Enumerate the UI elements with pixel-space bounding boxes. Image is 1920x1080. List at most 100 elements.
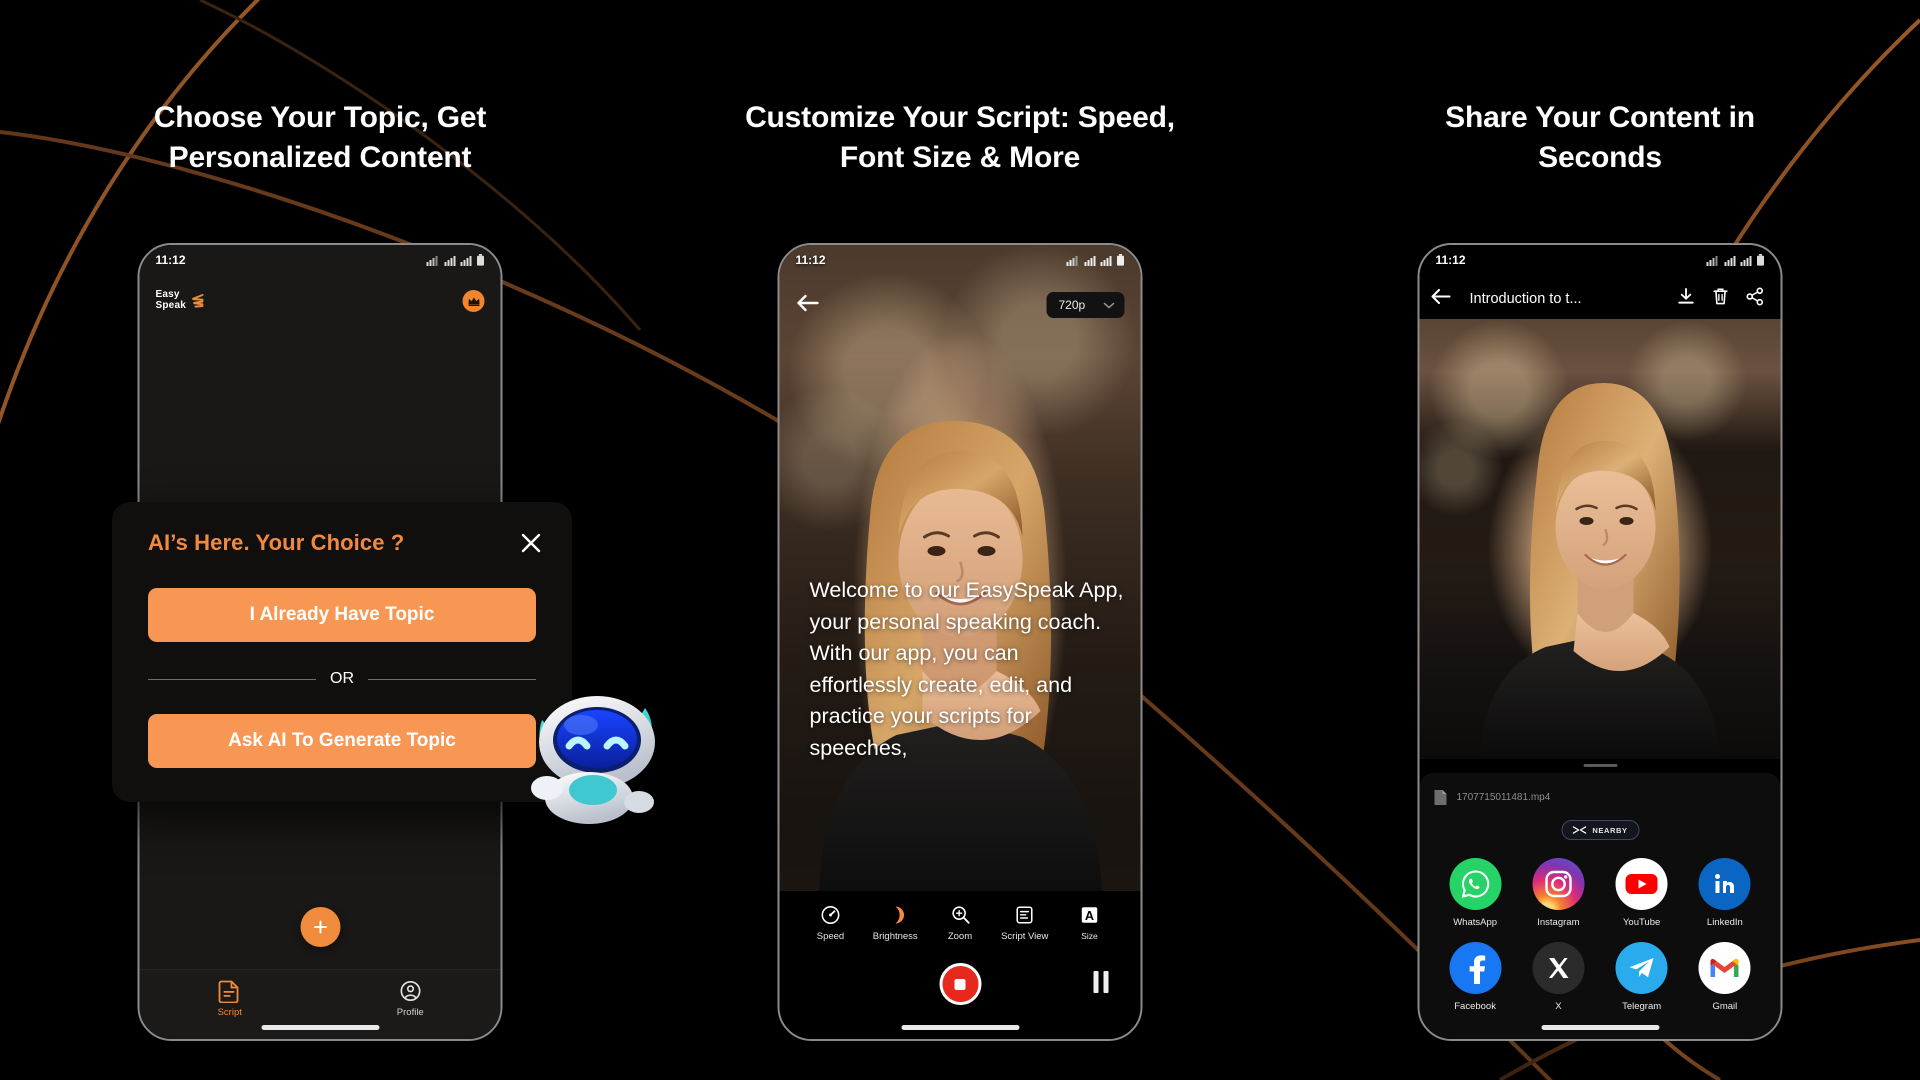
share-target-linkedin[interactable]: LinkedIn: [1683, 858, 1766, 928]
share-target-gmail[interactable]: Gmail: [1683, 942, 1766, 1012]
video-player-area[interactable]: [1419, 319, 1781, 759]
status-bar-1: 11:12: [140, 245, 501, 275]
teleprompter-script-text: Welcome to our EasySpeak App, your perso…: [809, 578, 1124, 760]
video-top-bar: 720p: [780, 285, 1141, 325]
battery-icon: [1757, 254, 1764, 266]
app-label-telegram: Telegram: [1622, 1001, 1662, 1012]
share-button[interactable]: [1746, 287, 1765, 311]
linkedin-icon: [1698, 858, 1751, 910]
app-label-x: X: [1555, 1001, 1562, 1012]
panel-share-content: Share Your Content in Seconds 11:12 Intr…: [1280, 0, 1920, 1080]
x-glyph: [1548, 958, 1569, 978]
telegram-glyph: [1629, 958, 1654, 978]
quality-value: 720p: [1058, 298, 1086, 312]
close-icon: [521, 533, 541, 553]
plus-icon: [313, 920, 327, 934]
signal-bars-2-icon: [1740, 255, 1752, 266]
tool-label-zoom: Zoom: [947, 931, 973, 942]
video-quality-dropdown[interactable]: 720p: [1046, 292, 1125, 318]
share-target-youtube[interactable]: YouTube: [1600, 858, 1683, 928]
share-target-whatsapp[interactable]: WhatsApp: [1434, 858, 1517, 928]
nearby-label: NEARBY: [1592, 825, 1628, 835]
tool-zoom[interactable]: Zoom: [929, 905, 991, 942]
divider-line-right: [368, 678, 536, 680]
share-target-x[interactable]: X: [1517, 942, 1600, 1012]
logo-line-2: Speak: [155, 300, 186, 311]
panel-customize-script: Customize Your Script: Speed, Font Size …: [640, 0, 1280, 1080]
wifi-data-icon: [1706, 255, 1718, 266]
whatsapp-glyph: [1461, 870, 1489, 898]
robot-mascot: [531, 696, 655, 824]
svg-text:A: A: [1085, 908, 1094, 923]
tool-script-view[interactable]: Script View: [994, 905, 1056, 942]
share-nodes-icon: [1746, 287, 1764, 306]
phone-2-screen: 11:12 720p Welcome to our EasySpeak App,…: [779, 245, 1141, 1039]
download-button[interactable]: [1677, 287, 1696, 311]
gmail-glyph: [1710, 958, 1739, 977]
modal-close-button[interactable]: [518, 530, 544, 556]
video-title: Introduction to t...: [1469, 291, 1582, 307]
nav-item-profile[interactable]: Profile: [365, 979, 455, 1018]
share-target-telegram[interactable]: Telegram: [1600, 942, 1683, 1012]
font-size-icon: A: [1081, 907, 1098, 923]
app-bar-actions: [1677, 287, 1771, 311]
signal-bars-icon: [1084, 255, 1096, 266]
pause-button[interactable]: [1093, 971, 1109, 993]
phone-frame-3: 11:12 Introduction to t... 1707715011481…: [1417, 243, 1783, 1041]
delete-button[interactable]: [1712, 287, 1730, 311]
add-script-fab[interactable]: [300, 907, 340, 947]
ai-choice-modal: AI’s Here. Your Choice ? I Already Have …: [112, 502, 572, 802]
panel-2-heading: Customize Your Script: Speed, Font Size …: [745, 101, 1175, 174]
tool-size[interactable]: A Size: [1059, 905, 1121, 941]
stop-record-button[interactable]: [939, 963, 981, 1005]
sheet-grab-handle[interactable]: [1583, 764, 1617, 767]
tool-label-size: Size: [1081, 931, 1098, 941]
phone-frame-2: 11:12 720p Welcome to our EasySpeak App,…: [777, 243, 1143, 1041]
premium-crown-button[interactable]: [462, 290, 485, 312]
ask-ai-generate-topic-button[interactable]: Ask AI To Generate Topic: [148, 714, 536, 768]
status-icons: [1706, 254, 1765, 266]
already-have-topic-button[interactable]: I Already Have Topic: [148, 588, 536, 642]
back-button-3[interactable]: [1430, 288, 1452, 310]
brightness-moon-icon: [895, 906, 904, 924]
back-arrow-icon: [797, 294, 819, 311]
status-bar-2: 11:12: [780, 245, 1141, 275]
tool-speed[interactable]: Speed: [800, 905, 862, 942]
telegram-icon: [1615, 942, 1668, 994]
instagram-glyph: [1545, 870, 1572, 898]
instagram-icon: [1532, 858, 1585, 910]
crown-icon: [468, 296, 479, 306]
panel-3-heading: Share Your Content in Seconds: [1445, 101, 1755, 174]
signal-bars-2-icon: [460, 255, 472, 266]
back-button-2[interactable]: [796, 294, 820, 317]
app-label-youtube: YouTube: [1622, 917, 1661, 928]
tool-label-brightness: Brightness: [872, 931, 918, 942]
share-target-instagram[interactable]: Instagram: [1517, 858, 1600, 928]
modal-title: AI’s Here. Your Choice ?: [148, 530, 405, 555]
app-label-linkedin: LinkedIn: [1706, 917, 1743, 928]
panel-choose-topic: Choose Your Topic, Get Personalized Cont…: [0, 0, 655, 1080]
app-label-whatsapp: WhatsApp: [1453, 917, 1498, 928]
profile-avatar-icon: [400, 981, 421, 1001]
app-label-facebook: Facebook: [1454, 1001, 1496, 1012]
trash-delete-icon: [1713, 288, 1728, 305]
download-icon: [1678, 287, 1694, 304]
youtube-glyph: [1625, 874, 1658, 894]
tool-brightness[interactable]: Brightness: [864, 905, 926, 942]
status-icons: [1066, 254, 1125, 266]
share-target-facebook[interactable]: Facebook: [1434, 942, 1517, 1012]
shared-file-name: 1707715011481.mp4: [1456, 792, 1551, 803]
battery-icon: [1117, 254, 1124, 266]
panel-1-heading: Choose Your Topic, Get Personalized Cont…: [153, 101, 487, 174]
nav-item-script[interactable]: Script: [185, 979, 275, 1018]
pause-icon-bar2: [1103, 971, 1109, 993]
facebook-glyph: [1469, 955, 1485, 984]
home-indicator-1: [261, 1025, 379, 1030]
home-indicator-2: [901, 1025, 1019, 1030]
status-icons: [426, 254, 485, 266]
app-bar-3: Introduction to t...: [1420, 279, 1781, 319]
nearby-share-chip[interactable]: NEARBY: [1561, 820, 1639, 840]
status-time: 11:12: [795, 253, 826, 267]
back-arrow-icon: [1431, 288, 1451, 305]
speech-waves-icon: [192, 294, 204, 308]
